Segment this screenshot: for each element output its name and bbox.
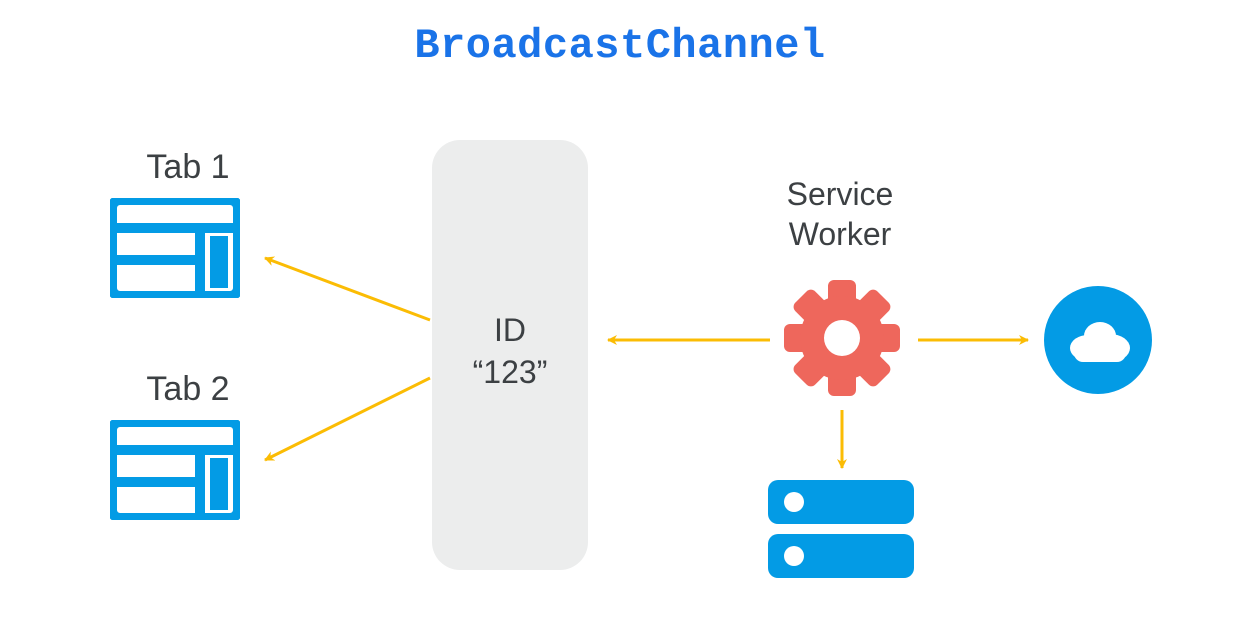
cloud-icon	[1044, 286, 1152, 394]
service-worker-label-line-2: Worker	[789, 216, 892, 252]
tab-2-label: Tab 2	[128, 370, 248, 409]
channel-id-label: ID	[494, 312, 526, 348]
gear-icon	[782, 278, 902, 398]
channel-id-value: “123”	[473, 354, 548, 390]
title-text: BroadcastChannel	[414, 22, 825, 70]
arrow-channel-to-tab1	[265, 258, 430, 320]
server-stack-icon	[768, 480, 914, 580]
browser-window-icon	[110, 420, 240, 520]
diagram-stage: BroadcastChannel ID “123” Tab 1 Tab 2 Se…	[0, 0, 1240, 628]
broadcast-channel-label: ID “123”	[432, 310, 588, 393]
tab-1-label: Tab 1	[128, 148, 248, 187]
browser-window-icon	[110, 198, 240, 298]
service-worker-label: Service Worker	[740, 174, 940, 254]
service-worker-label-line-1: Service	[787, 176, 894, 212]
page-title: BroadcastChannel	[0, 22, 1240, 70]
arrow-channel-to-tab2	[265, 378, 430, 460]
